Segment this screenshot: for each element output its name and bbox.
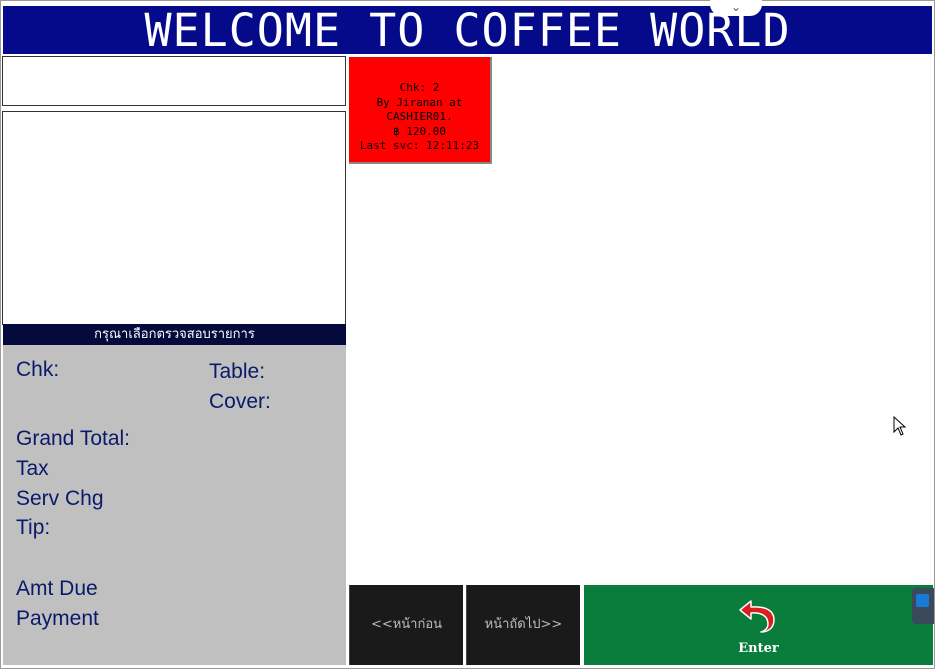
table-label: Table: xyxy=(209,360,266,383)
mouse-pointer-icon xyxy=(893,416,907,436)
check-amount: ฿ 120.00 xyxy=(393,124,446,138)
welcome-banner: WELCOME TO COFFEE WORLD xyxy=(3,6,932,54)
order-item-list[interactable] xyxy=(2,111,346,325)
tip-label: Tip: xyxy=(16,516,51,539)
check-last-service: Last svc: 12:11:23 xyxy=(359,139,480,152)
chevron-down-icon: ⌄ xyxy=(730,0,742,14)
return-arrow-icon xyxy=(739,600,775,633)
chk-label: Chk: xyxy=(16,358,60,381)
check-owner: By Jiranan at xyxy=(376,95,463,109)
check-info-panel: Chk: Table: Cover: Grand Total: Tax Serv… xyxy=(3,345,346,665)
pulltab[interactable]: ⌄ xyxy=(710,0,762,16)
enter-button[interactable]: Enter xyxy=(584,585,933,665)
serv-chg-label: Serv Chg xyxy=(16,487,104,510)
check-terminal: CASHIER01. xyxy=(386,110,453,123)
order-input-field[interactable] xyxy=(2,56,346,106)
prev-page-button[interactable]: <<หน้าก่อน xyxy=(349,585,463,665)
teamviewer-icon[interactable] xyxy=(912,588,934,624)
amt-due-label: Amt Due xyxy=(16,577,98,600)
open-check-button[interactable]: Chk: 2 By Jiranan at CASHIER01. ฿ 120.00… xyxy=(349,57,492,164)
instruction-bar: กรุณาเลือกตรวจสอบรายการ xyxy=(3,324,346,345)
next-page-button[interactable]: หน้าถัดไป>> xyxy=(466,585,580,665)
tax-label: Tax xyxy=(16,457,49,480)
grand-total-label: Grand Total: xyxy=(16,427,131,450)
cover-label: Cover: xyxy=(209,390,271,413)
payment-label: Payment xyxy=(16,607,99,630)
enter-label: Enter xyxy=(738,641,779,656)
check-number: Chk: 2 xyxy=(399,81,440,94)
